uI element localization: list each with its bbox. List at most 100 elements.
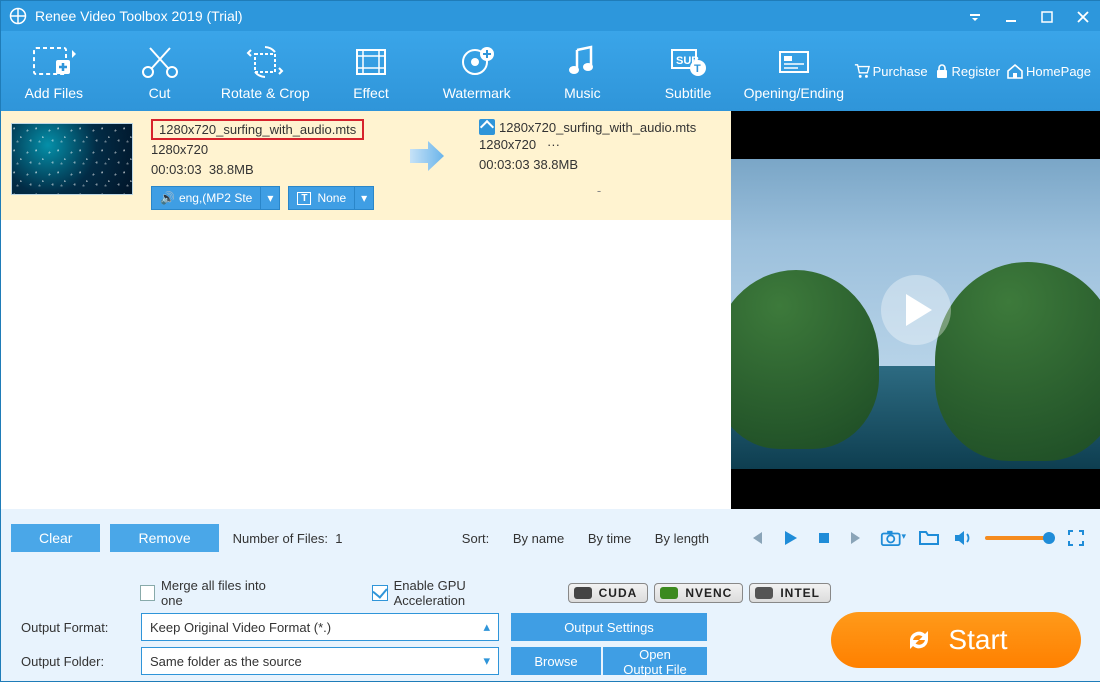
open-output-folder-button[interactable]: Open Output File — [603, 647, 707, 675]
sort-by-length[interactable]: By length — [655, 531, 709, 546]
snapshot-icon[interactable]: ▾ — [880, 527, 906, 549]
source-duration-size: 00:03:03 38.8MB — [151, 160, 401, 180]
add-files-label: Add Files — [1, 85, 107, 101]
chevron-down-icon: ▾ — [483, 653, 490, 669]
subtitle-t-icon: T — [297, 192, 311, 205]
rotate-crop-icon — [212, 41, 318, 83]
play-icon[interactable] — [779, 527, 801, 549]
cut-button[interactable]: Cut — [107, 37, 213, 105]
music-button[interactable]: Music — [530, 37, 636, 105]
start-button[interactable]: Start — [831, 612, 1081, 668]
chevron-down-icon: ▾ — [260, 187, 279, 209]
fullscreen-icon[interactable] — [1065, 527, 1087, 549]
opening-ending-icon — [741, 41, 847, 83]
watermark-label: Watermark — [424, 85, 530, 101]
settings-panel: Merge all files into one Enable GPU Acce… — [1, 567, 1100, 682]
app-logo-icon — [9, 7, 27, 25]
nvenc-tag: NVENC — [654, 583, 743, 603]
app-window: Renee Video Toolbox 2019 (Trial) Add Fil… — [0, 0, 1100, 682]
subtitle-button[interactable]: SUBT Subtitle — [635, 37, 741, 105]
gpu-checkbox[interactable]: Enable GPU Acceleration — [372, 578, 533, 608]
speaker-icon: 🔊 — [160, 191, 175, 205]
effect-label: Effect — [318, 85, 424, 101]
browse-button[interactable]: Browse — [511, 647, 601, 675]
cuda-tag: CUDA — [568, 583, 649, 603]
output-format-select[interactable]: Keep Original Video Format (*.) ▴ — [141, 613, 499, 641]
sort-by-time[interactable]: By time — [588, 531, 631, 546]
scissors-icon — [107, 41, 213, 83]
register-label: Register — [952, 64, 1000, 79]
add-files-button[interactable]: Add Files — [1, 37, 107, 105]
file-row[interactable]: 1280x720_surfing_with_audio.mts 1280x720… — [1, 111, 731, 220]
watermark-button[interactable]: Watermark — [424, 37, 530, 105]
edit-icon[interactable] — [479, 119, 495, 135]
chevron-down-icon: ▾ — [354, 187, 373, 209]
opening-ending-label: Opening/Ending — [741, 85, 847, 101]
volume-icon[interactable] — [952, 527, 974, 549]
chevron-up-icon: ▴ — [483, 619, 490, 635]
source-filename[interactable]: 1280x720_surfing_with_audio.mts — [151, 119, 364, 140]
effect-button[interactable]: Effect — [318, 37, 424, 105]
output-folder-select[interactable]: Same folder as the source ▾ — [141, 647, 499, 675]
dest-placeholder: - — [479, 183, 719, 198]
subtitle-track-select[interactable]: TNone ▾ — [288, 186, 374, 210]
destination-info: 1280x720_surfing_with_audio.mts 1280x720… — [479, 119, 719, 198]
toolbar-right-links: Purchase Register HomePage — [847, 63, 1100, 79]
sort-by-name[interactable]: By name — [513, 531, 564, 546]
clear-button[interactable]: Clear — [11, 524, 100, 552]
homepage-label: HomePage — [1026, 64, 1091, 79]
home-icon — [1006, 63, 1024, 79]
gpu-tags: CUDA NVENC INTEL — [562, 583, 831, 603]
rotate-crop-label: Rotate & Crop — [212, 85, 318, 101]
source-resolution: 1280x720 — [151, 140, 401, 160]
subtitle-icon: SUBT — [635, 41, 741, 83]
player-controls: ▾ — [731, 527, 1100, 549]
folder-label: Output Folder: — [21, 654, 141, 669]
preview-pane — [731, 111, 1100, 509]
register-link[interactable]: Register — [934, 63, 1000, 79]
homepage-link[interactable]: HomePage — [1006, 63, 1091, 79]
purchase-label: Purchase — [873, 64, 928, 79]
rotate-crop-button[interactable]: Rotate & Crop — [212, 37, 318, 105]
stop-icon[interactable] — [813, 527, 835, 549]
close-button[interactable] — [1065, 1, 1100, 31]
play-overlay-button[interactable] — [881, 275, 951, 345]
lock-icon — [934, 63, 950, 79]
sort-options: Sort: By name By time By length — [452, 531, 719, 546]
intel-tag: INTEL — [749, 583, 831, 603]
maximize-button[interactable] — [1029, 1, 1065, 31]
svg-text:T: T — [694, 63, 701, 75]
volume-slider[interactable] — [985, 536, 1053, 540]
music-label: Music — [530, 85, 636, 101]
prev-track-icon[interactable] — [745, 527, 767, 549]
source-info: 1280x720_surfing_with_audio.mts 1280x720… — [151, 119, 401, 210]
subtitle-label: Subtitle — [635, 85, 741, 101]
file-count: Number of Files: 1 — [233, 531, 343, 546]
controls-bar: Clear Remove Number of Files: 1 Sort: By… — [1, 509, 1100, 567]
main-area: 1280x720_surfing_with_audio.mts 1280x720… — [1, 111, 1100, 509]
dest-filename: 1280x720_surfing_with_audio.mts — [499, 120, 696, 135]
open-folder-icon[interactable] — [918, 527, 940, 549]
remove-button[interactable]: Remove — [110, 524, 218, 552]
refresh-icon — [904, 625, 934, 655]
filmstrip-icon — [318, 41, 424, 83]
title-bar: Renee Video Toolbox 2019 (Trial) — [1, 1, 1100, 31]
next-track-icon[interactable] — [846, 527, 868, 549]
audio-track-select[interactable]: 🔊eng,(MP2 Ste ▾ — [151, 186, 280, 210]
output-settings-button[interactable]: Output Settings — [511, 613, 707, 641]
preview-video[interactable] — [731, 111, 1100, 509]
file-thumbnail[interactable] — [11, 123, 133, 195]
window-title: Renee Video Toolbox 2019 (Trial) — [35, 8, 957, 24]
options-dropdown-button[interactable] — [957, 1, 993, 31]
purchase-link[interactable]: Purchase — [853, 63, 928, 79]
watermark-icon — [424, 41, 530, 83]
opening-ending-button[interactable]: Opening/Ending — [741, 37, 847, 105]
format-label: Output Format: — [21, 620, 141, 635]
add-files-icon — [1, 41, 107, 83]
minimize-button[interactable] — [993, 1, 1029, 31]
cut-label: Cut — [107, 85, 213, 101]
cart-icon — [853, 63, 871, 79]
merge-checkbox[interactable]: Merge all files into one — [140, 578, 286, 608]
main-toolbar: Add Files Cut Rotate & Crop Effect Water… — [1, 31, 1100, 111]
arrow-right-icon — [406, 135, 446, 175]
